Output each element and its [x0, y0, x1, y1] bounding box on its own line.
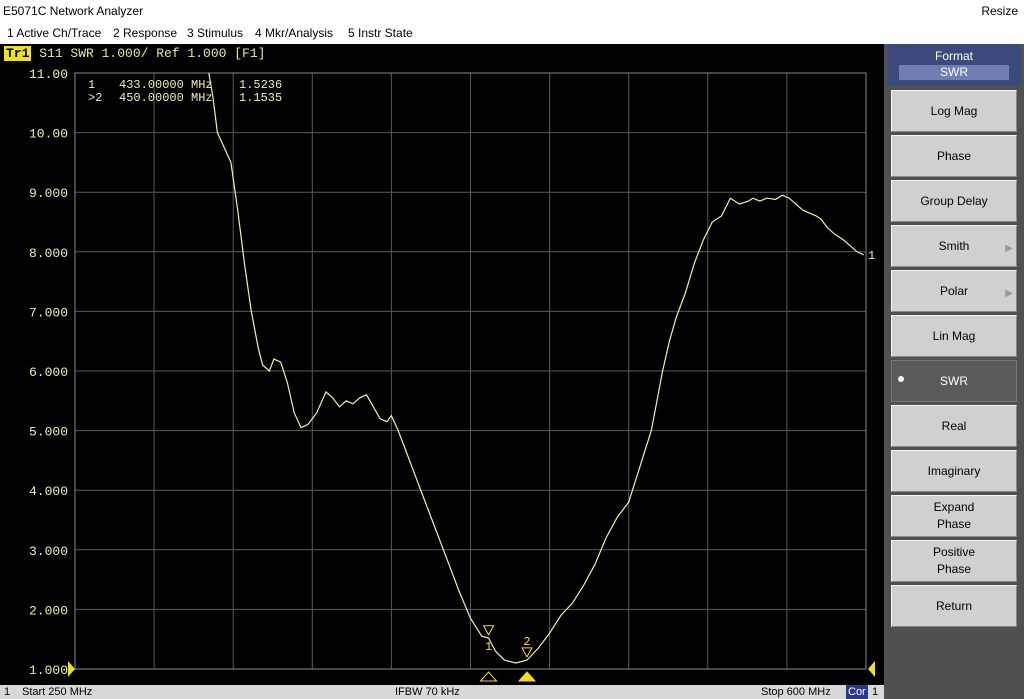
- softkey-group-delay-button[interactable]: Group Delay: [891, 180, 1017, 222]
- menu-instr-state[interactable]: 5 Instr State: [348, 22, 413, 44]
- softkey-label: Group Delay: [920, 193, 988, 208]
- format-title: Format: [934, 49, 973, 63]
- resize-button[interactable]: Resize: [981, 0, 1018, 22]
- marker-1-label: 1: [485, 640, 492, 654]
- stop-frequency: Stop 600 MHz: [761, 686, 831, 698]
- trace-label: S11 SWR 1.000/ Ref 1.000 [F1]: [39, 46, 266, 61]
- channel-end-number: 1: [872, 686, 879, 698]
- softkey-label: Return: [935, 598, 973, 613]
- y-tick-label: 7.000: [29, 305, 68, 320]
- softkey-label: SWR: [940, 373, 968, 388]
- marker-readout-value: 1.5236: [239, 78, 282, 92]
- y-tick-label: 10.00: [29, 127, 68, 142]
- softkey-real-button[interactable]: Real: [891, 405, 1017, 447]
- softkey-polar-button[interactable]: Polar ▶: [891, 270, 1017, 312]
- ifbw-value: IFBW 70 kHz: [395, 686, 460, 698]
- softkey-swr-button[interactable]: SWR: [891, 360, 1017, 402]
- status-bar: 1 Start 250 MHz IFBW 70 kHz Stop 600 MHz…: [0, 685, 884, 699]
- marker-readout-value: 1.1535: [239, 91, 282, 105]
- softkey-imaginary-button[interactable]: Imaginary: [891, 450, 1017, 492]
- menu-active-ch-trace[interactable]: 1 Active Ch/Trace: [7, 22, 101, 44]
- softkey-expand-phase-button[interactable]: Expand Phase: [891, 495, 1017, 537]
- y-tick-label: 5.000: [29, 425, 68, 440]
- swr-plot: 1.000 2.000 3.000 4.000 5.000 6.000 7.000 8.000…: [29, 67, 875, 682]
- softkey-phase-button[interactable]: Phase: [891, 135, 1017, 177]
- softkey-label: Phase: [936, 148, 972, 163]
- menu-stimulus[interactable]: 3 Stimulus: [187, 22, 243, 44]
- softkey-lin-mag-button[interactable]: Lin Mag: [891, 315, 1017, 357]
- y-tick-label: 1.000: [29, 663, 68, 678]
- trace-header: Tr1 S11 SWR 1.000/ Ref 1.000 [F1]: [4, 46, 265, 61]
- softkey-log-mag-button[interactable]: Log Mag: [891, 90, 1017, 132]
- correction-indicator: Cor: [846, 685, 868, 699]
- menu-response[interactable]: 2 Response: [113, 22, 177, 44]
- selected-dot-icon: [898, 376, 904, 382]
- y-tick-label: 4.000: [29, 484, 68, 499]
- softkey-panel: Format SWR Log Mag Phase Group Delay Smith ▶…: [884, 44, 1024, 699]
- ref-right-icon: [868, 661, 875, 677]
- softkey-label: Positive Phase: [932, 545, 976, 576]
- format-selected-value: SWR: [899, 65, 1009, 80]
- trace-end-label: 1: [868, 249, 875, 263]
- submenu-arrow-icon: ▶: [1005, 288, 1013, 299]
- marker-1-position-icon[interactable]: [479, 671, 498, 682]
- y-tick-label: 6.000: [29, 365, 68, 380]
- softkey-label: Lin Mag: [932, 328, 976, 343]
- window-title: E5071C Network Analyzer: [3, 4, 144, 18]
- title-bar: E5071C Network Analyzer Resize: [0, 0, 1024, 22]
- softkey-positive-phase-button[interactable]: Positive Phase: [891, 540, 1017, 582]
- softkey-label: Expand Phase: [933, 500, 975, 531]
- submenu-arrow-icon: ▶: [1005, 243, 1013, 254]
- softkey-return-button[interactable]: Return: [891, 585, 1017, 627]
- ref-left-icon: [68, 661, 75, 677]
- marker-2-position-icon[interactable]: [517, 671, 537, 682]
- softkey-label: Smith: [938, 238, 970, 253]
- softkey-label: Log Mag: [930, 103, 978, 118]
- y-tick-label: 9.000: [29, 186, 68, 201]
- channel-number: 1: [4, 686, 11, 698]
- marker-readout-frequency: 433.00000 MHz: [119, 78, 213, 92]
- marker-readout-prefix: >2: [88, 91, 102, 105]
- marker-1-icon[interactable]: [482, 625, 495, 636]
- softkey-label: Imaginary: [927, 463, 981, 478]
- y-tick-label: 3.000: [29, 544, 68, 559]
- marker-2-label: 2: [523, 635, 530, 649]
- y-tick-label: 8.000: [29, 246, 68, 261]
- menu-bar: 1 Active Ch/Trace 2 Response 3 Stimulus …: [0, 22, 1024, 44]
- softkey-label: Polar: [939, 283, 968, 298]
- menu-mkr-analysis[interactable]: 4 Mkr/Analysis: [255, 22, 333, 44]
- softkey-label: Real: [941, 418, 967, 433]
- start-frequency: Start 250 MHz: [22, 686, 93, 698]
- format-header: Format SWR: [887, 44, 1021, 86]
- chart-panel: 1.000 2.000 3.000 4.000 5.000 6.000 7.000 8.000…: [0, 44, 884, 685]
- y-tick-label: 11.00: [29, 67, 68, 82]
- y-tick-label: 2.000: [29, 603, 68, 618]
- marker-readout-frequency: 450.00000 MHz: [119, 91, 213, 105]
- softkey-smith-button[interactable]: Smith ▶: [891, 225, 1017, 267]
- marker-readout-prefix: 1: [88, 78, 95, 92]
- swr-trace-line: [208, 73, 864, 664]
- marker-2-icon[interactable]: [521, 647, 533, 658]
- trace-badge[interactable]: Tr1: [4, 46, 32, 61]
